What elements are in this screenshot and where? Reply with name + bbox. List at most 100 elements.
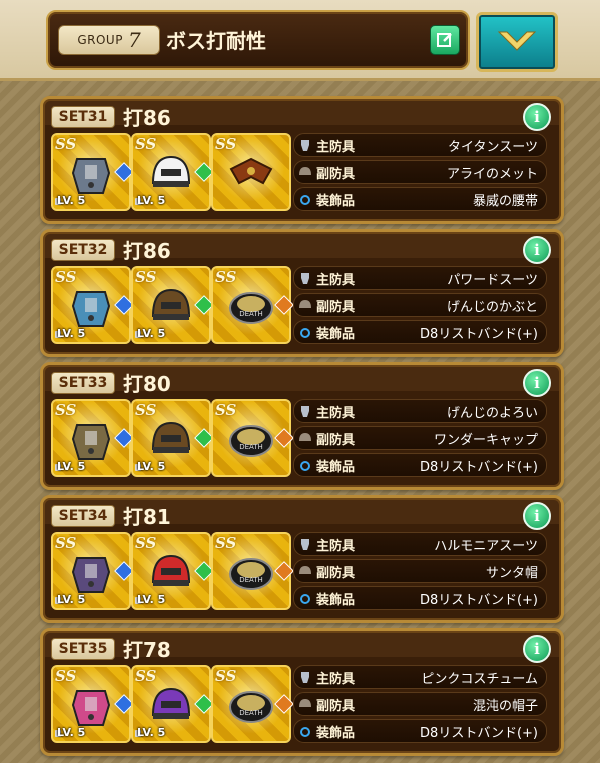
element-gem-icon [274, 561, 294, 581]
ss-rank-icon: SS [135, 534, 157, 552]
equipment-type: 副防具 [316, 566, 356, 581]
equipment-row[interactable]: 主防具 げんじのよろい [293, 399, 547, 423]
edit-button[interactable] [430, 25, 460, 55]
info-button[interactable]: i [523, 236, 551, 264]
equipment-row[interactable]: 主防具 パワードスーツ [293, 266, 547, 290]
pink-costume-icon [67, 681, 115, 729]
equipment-type: 装飾品 [316, 194, 356, 209]
ss-rank-icon: SS [135, 401, 157, 419]
equipment-slot[interactable]: SS LV. 5 [131, 133, 214, 211]
set-resistance-value: 打81 [123, 505, 171, 529]
equipment-row[interactable]: 主防具 ピンクコスチューム [293, 665, 547, 689]
wristband-icon: DEATH [227, 282, 275, 330]
info-icon: i [534, 640, 540, 658]
equipment-row[interactable]: 副防具 ワンダーキャップ [293, 426, 547, 450]
equipment-slot[interactable]: SS LV. 5 [131, 266, 214, 344]
set-card[interactable]: SET34 打81 i SS LV. 5 SS LV. 5 DEATH SS 主防具 ハルモニアスー… [40, 495, 564, 623]
equipment-row[interactable]: 装飾品 D8リストバンド(+) [293, 586, 547, 610]
group-dropdown-button[interactable] [476, 12, 558, 72]
equipment-slot[interactable]: DEATH SS [211, 665, 294, 743]
equipment-slot[interactable]: SS LV. 5 [51, 399, 134, 477]
set-card[interactable]: SET35 打78 i SS LV. 5 SS LV. 5 DEATH SS 主防具 ピンクコスチュ… [40, 628, 564, 756]
set-label: SET33 [51, 372, 115, 394]
group-number: 7 [127, 28, 141, 52]
armor-icon [298, 536, 312, 550]
armor-icon [298, 669, 312, 683]
set-label: SET34 [51, 505, 115, 527]
ss-rank-icon: SS [215, 401, 237, 419]
equipment-row[interactable]: 副防具 アライのメット [293, 160, 547, 184]
equipment-type: 装飾品 [316, 460, 356, 475]
equipment-name: D8リストバンド(+) [420, 593, 538, 608]
svg-text:DEATH: DEATH [239, 709, 263, 717]
equipment-type: 装飾品 [316, 327, 356, 342]
group-label: GROUP [77, 33, 123, 47]
equipment-slot[interactable]: DEATH SS [211, 532, 294, 610]
group-header: GROUP 7 ボス打耐性 [46, 10, 470, 70]
dragon-belt-icon [227, 149, 275, 197]
equipment-row[interactable]: 装飾品 D8リストバンド(+) [293, 719, 547, 743]
info-button[interactable]: i [523, 502, 551, 530]
equipment-type: 主防具 [316, 406, 356, 421]
ss-rank-icon: SS [135, 268, 157, 286]
equipment-row[interactable]: 副防具 サンタ帽 [293, 559, 547, 583]
set-resistance-value: 打86 [123, 106, 171, 130]
info-icon: i [534, 507, 540, 525]
equipment-name: 暴威の腰帯 [472, 194, 538, 209]
svg-text:DEATH: DEATH [239, 310, 263, 318]
equipment-slot[interactable]: SS LV. 5 [51, 665, 134, 743]
top-bar: GROUP 7 ボス打耐性 [0, 0, 600, 81]
equipment-type: 副防具 [316, 167, 356, 182]
equipment-slot[interactable]: SS [211, 133, 291, 211]
equipment-type: 主防具 [316, 273, 356, 288]
item-level: LV. 5 [137, 327, 166, 340]
svg-text:DEATH: DEATH [239, 576, 263, 584]
ss-rank-icon: SS [55, 268, 77, 286]
equipment-slot[interactable]: SS LV. 5 [131, 665, 214, 743]
equipment-slot[interactable]: SS LV. 5 [131, 532, 214, 610]
equipment-type: 装飾品 [316, 726, 356, 741]
equipment-name: アライのメット [446, 167, 538, 182]
accessory-icon [298, 723, 312, 737]
item-level: LV. 5 [57, 460, 86, 473]
samurai-armor-icon [67, 415, 115, 463]
info-icon: i [534, 108, 540, 126]
chaos-hat-icon [147, 681, 195, 729]
equipment-list: 主防具 タイタンスーツ副防具 アライのメット装飾品 暴威の腰帯 [293, 133, 547, 214]
equipment-row[interactable]: 副防具 げんじのかぶと [293, 293, 547, 317]
equipment-name: ピンクコスチューム [421, 672, 538, 687]
accessory-icon [298, 590, 312, 604]
harmonia-suit-icon [67, 548, 115, 596]
equipment-row[interactable]: 主防具 ハルモニアスーツ [293, 532, 547, 556]
set-card[interactable]: SET32 打86 i SS LV. 5 SS LV. 5 DEATH SS 主防具 パワードスーツ… [40, 229, 564, 357]
equipment-slot[interactable]: SS LV. 5 [51, 266, 134, 344]
equipment-slot[interactable]: SS LV. 5 [131, 399, 214, 477]
info-button[interactable]: i [523, 103, 551, 131]
accessory-icon [298, 324, 312, 338]
edit-icon [437, 33, 452, 47]
equipment-slot[interactable]: SS LV. 5 [51, 532, 134, 610]
ss-rank-icon: SS [215, 667, 237, 685]
item-level: LV. 5 [137, 726, 166, 739]
equipment-row[interactable]: 装飾品 D8リストバンド(+) [293, 453, 547, 477]
equipment-slot[interactable]: SS LV. 5 [51, 133, 134, 211]
equipment-row[interactable]: 主防具 タイタンスーツ [293, 133, 547, 157]
set-card[interactable]: SET33 打80 i SS LV. 5 SS LV. 5 DEATH SS 主防具 げんじのよろい… [40, 362, 564, 490]
equipment-row[interactable]: 装飾品 暴威の腰帯 [293, 187, 547, 211]
item-level: LV. 5 [137, 460, 166, 473]
info-button[interactable]: i [523, 369, 551, 397]
equipment-slot[interactable]: DEATH SS [211, 266, 294, 344]
item-level: LV. 5 [137, 593, 166, 606]
set-card[interactable]: SET31 打86 i SS LV. 5 SS LV. 5 SS 主防具 タイタンスーツ 副防具 アラ… [40, 96, 564, 224]
equipment-row[interactable]: 副防具 混沌の帽子 [293, 692, 547, 716]
ss-rank-icon: SS [135, 135, 157, 153]
equipment-list: 主防具 げんじのよろい 副防具 ワンダーキャップ 装飾品 D8リストバンド(+) [293, 399, 547, 480]
equipment-row[interactable]: 装飾品 D8リストバンド(+) [293, 320, 547, 344]
santa-hat-icon [147, 548, 195, 596]
info-button[interactable]: i [523, 635, 551, 663]
ss-rank-icon: SS [215, 268, 237, 286]
equipment-slot[interactable]: DEATH SS [211, 399, 294, 477]
element-gem-icon [274, 428, 294, 448]
equipment-type: 主防具 [316, 672, 356, 687]
equipment-name: げんじのかぶと [446, 300, 538, 315]
